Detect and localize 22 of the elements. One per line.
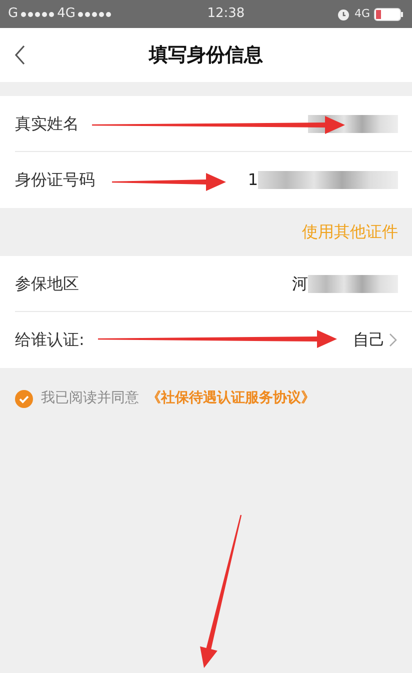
signal-icon [78, 12, 112, 16]
other-document-link[interactable]: 使用其他证件 [302, 220, 398, 244]
alarm-icon [337, 8, 350, 20]
field-value: 自己 [353, 329, 385, 351]
back-icon[interactable] [14, 45, 26, 65]
field-label: 参保地区 [15, 272, 79, 294]
signal-icon [21, 12, 54, 16]
network-text: 4G [57, 5, 76, 24]
checkbox[interactable] [15, 390, 33, 408]
field-value: 河 [292, 272, 308, 294]
field-value: 1 [248, 169, 258, 191]
agreement-link[interactable]: 《社保待遇认证服务协议》 [147, 388, 315, 409]
clock-time: 12:38 [207, 5, 245, 24]
field-label: 身份证号码 [15, 169, 95, 191]
battery-icon [374, 8, 404, 20]
agreement-text: 我已阅读并同意 [41, 389, 139, 408]
page-title: 填写身份信息 [149, 42, 263, 68]
carrier-text: G [8, 5, 18, 24]
network-text: 4G [354, 6, 370, 22]
field-label: 真实姓名 [15, 112, 79, 134]
field-label: 给谁认证: [15, 329, 84, 351]
chevron-icon[interactable] [389, 333, 398, 347]
